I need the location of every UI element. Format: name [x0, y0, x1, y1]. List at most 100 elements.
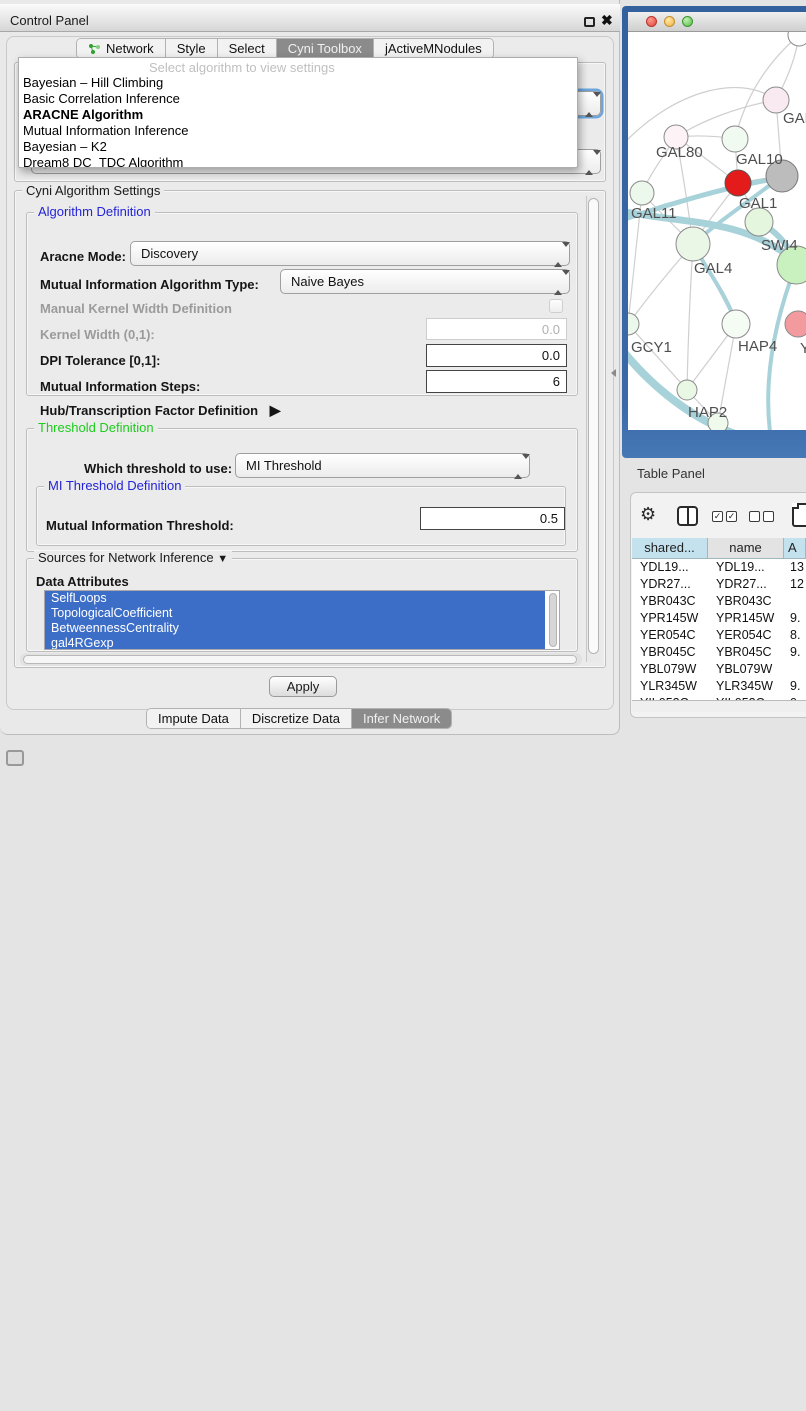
node-label-gal10: GAL10 [736, 151, 783, 168]
control-panel-title: Control Panel [10, 13, 89, 28]
control-panel-window: Control Panel ✖ Network Style Select Cyn… [0, 0, 620, 735]
column-header-name[interactable]: name [708, 538, 784, 558]
node-label-gal80: GAL80 [656, 144, 703, 161]
combo-arrows-icon [514, 459, 522, 474]
tab-network-label: Network [106, 41, 154, 56]
settings-horizontal-scrollbar[interactable] [20, 653, 582, 666]
popup-item-bayesian-k2[interactable]: Bayesian – K2 [19, 139, 577, 155]
node-unlabeled-top[interactable] [788, 32, 806, 46]
tab-infer-network[interactable]: Infer Network [352, 709, 451, 728]
node-gal4[interactable] [676, 227, 710, 261]
gear-icon[interactable]: ⚙ [640, 504, 656, 525]
list-item-topologicalcoefficient[interactable]: TopologicalCoefficient [45, 606, 545, 621]
table-row[interactable]: YDR27... YDR27... 12 [632, 576, 806, 593]
node-gal10[interactable] [722, 126, 748, 152]
popup-item-dream8[interactable]: Dream8 DC_TDC Algorithm [19, 155, 577, 168]
node-label-hap4: HAP4 [738, 338, 777, 355]
tab-jactivemnodules[interactable]: jActiveMNodules [374, 39, 493, 58]
algorithm-dropdown-popup: Select algorithm to view settings Bayesi… [18, 57, 578, 168]
deselect-all-checkbox-icon[interactable] [749, 511, 760, 522]
sources-group-title[interactable]: Sources for Network Inference ▼ [34, 551, 232, 566]
mi-type-value: Naive Bayes [291, 274, 364, 289]
network-canvas[interactable]: GAL GAL80 GAL10 GAL1 GAL11 GAL4 SWI4 GCY… [628, 32, 806, 430]
close-icon[interactable]: ✖ [601, 12, 613, 29]
which-threshold-combobox[interactable]: MI Threshold [235, 453, 530, 478]
tab-impute-data[interactable]: Impute Data [147, 709, 241, 728]
column-header-clipped[interactable]: A [784, 538, 806, 558]
scrollbar-thumb[interactable] [588, 198, 599, 654]
list-scrollbar-thumb[interactable] [549, 593, 557, 647]
table-body: YDL19... YDL19... 13 YDR27... YDR27... 1… [632, 559, 806, 700]
node-label-gal11: GAL11 [631, 205, 677, 222]
table-row[interactable]: YDL19... YDL19... 13 [632, 559, 806, 576]
node-hap2[interactable] [677, 380, 697, 400]
aracne-mode-combobox[interactable]: Discovery [130, 241, 570, 266]
kernel-width-field[interactable]: 0.0 [426, 318, 567, 340]
table-row[interactable]: YBR045C YBR045C 9. [632, 644, 806, 661]
column-layout-icon[interactable] [677, 506, 698, 526]
table-row[interactable]: YBL079W YBL079W [632, 661, 806, 678]
node-label-y: Y [800, 340, 806, 357]
popup-item-bayesian-hill-climbing[interactable]: Bayesian – Hill Climbing [19, 75, 577, 91]
panel-splitter-handle[interactable] [611, 369, 616, 377]
node-gal11[interactable] [630, 181, 654, 205]
mi-threshold-label: Mutual Information Threshold: [46, 518, 234, 533]
list-item-selfloops[interactable]: SelfLoops [45, 591, 545, 606]
popup-item-basic-correlation[interactable]: Basic Correlation Inference [19, 91, 577, 107]
table-row[interactable]: YPR145W YPR145W 9. [632, 610, 806, 627]
mi-steps-field[interactable]: 6 [426, 370, 567, 393]
table-file-icon[interactable] [792, 503, 806, 527]
manual-kernel-checkbox[interactable] [549, 299, 563, 313]
manual-kernel-label: Manual Kernel Width Definition [40, 301, 232, 316]
hub-definition-toggle[interactable]: Hub/Transcription Factor Definition ▶ [40, 402, 281, 419]
node-label-gal: GAL [783, 110, 806, 127]
table-horizontal-scrollbar[interactable] [632, 700, 806, 712]
popup-prompt: Select algorithm to view settings [149, 60, 577, 75]
which-threshold-label: Which threshold to use: [84, 461, 232, 476]
settings-vertical-scrollbar[interactable] [586, 196, 601, 662]
popup-item-mutual-information[interactable]: Mutual Information Inference [19, 123, 577, 139]
table-row[interactable]: YBR043C YBR043C [632, 593, 806, 610]
table-row[interactable]: YER054C YER054C 8. [632, 627, 806, 644]
network-icon [88, 43, 101, 55]
node-gal1-selected[interactable] [725, 170, 751, 196]
minimized-panel-icon[interactable] [6, 750, 24, 766]
data-attributes-label: Data Attributes [36, 574, 129, 589]
combo-arrows-icon [585, 155, 593, 170]
aracne-mode-label: Aracne Mode: [40, 249, 126, 264]
node-label-hap2: HAP2 [688, 404, 727, 421]
close-traffic-light-icon[interactable] [646, 16, 657, 27]
table-row[interactable]: YLR345W YLR345W 9. [632, 678, 806, 695]
tab-select[interactable]: Select [218, 39, 277, 58]
mi-threshold-field[interactable]: 0.5 [420, 507, 565, 530]
algorithm-definition-title: Algorithm Definition [34, 205, 155, 218]
minimize-traffic-light-icon[interactable] [664, 16, 675, 27]
table-header-row: shared... name A [632, 538, 806, 559]
popup-item-aracne[interactable]: ARACNE Algorithm [19, 107, 577, 123]
list-item-betweennesscentrality[interactable]: BetweennessCentrality [45, 621, 545, 636]
deselect-all-checkbox-icon[interactable] [763, 511, 774, 522]
column-header-shared-name[interactable]: shared... [632, 538, 708, 558]
node-swi4[interactable] [745, 208, 773, 236]
tab-cyni-toolbox[interactable]: Cyni Toolbox [277, 39, 374, 58]
select-all-checkbox-icon[interactable]: ✓ [726, 511, 737, 522]
node-salmon[interactable] [785, 311, 806, 337]
scrollbar-thumb[interactable] [23, 655, 577, 664]
combo-arrows-icon [554, 275, 562, 290]
tab-network[interactable]: Network [77, 39, 166, 58]
zoom-traffic-light-icon[interactable] [682, 16, 693, 27]
tab-style[interactable]: Style [166, 39, 218, 58]
apply-button[interactable]: Apply [269, 676, 337, 697]
list-item-gal4rgexp[interactable]: gal4RGexp [45, 636, 545, 650]
table-panel-title: Table Panel [637, 466, 705, 481]
network-view-inner: GAL GAL80 GAL10 GAL1 GAL11 GAL4 SWI4 GCY… [628, 12, 806, 430]
mi-type-combobox[interactable]: Naive Bayes [280, 269, 570, 294]
node-gcy1[interactable] [628, 313, 639, 335]
dpi-tolerance-field[interactable]: 0.0 [426, 344, 567, 367]
combo-arrows-icon [585, 97, 593, 112]
node-hap4[interactable] [722, 310, 750, 338]
dpi-tolerance-label: DPI Tolerance [0,1]: [40, 353, 160, 368]
float-window-icon[interactable] [584, 17, 595, 27]
tab-discretize-data[interactable]: Discretize Data [241, 709, 352, 728]
select-all-checkbox-icon[interactable]: ✓ [712, 511, 723, 522]
